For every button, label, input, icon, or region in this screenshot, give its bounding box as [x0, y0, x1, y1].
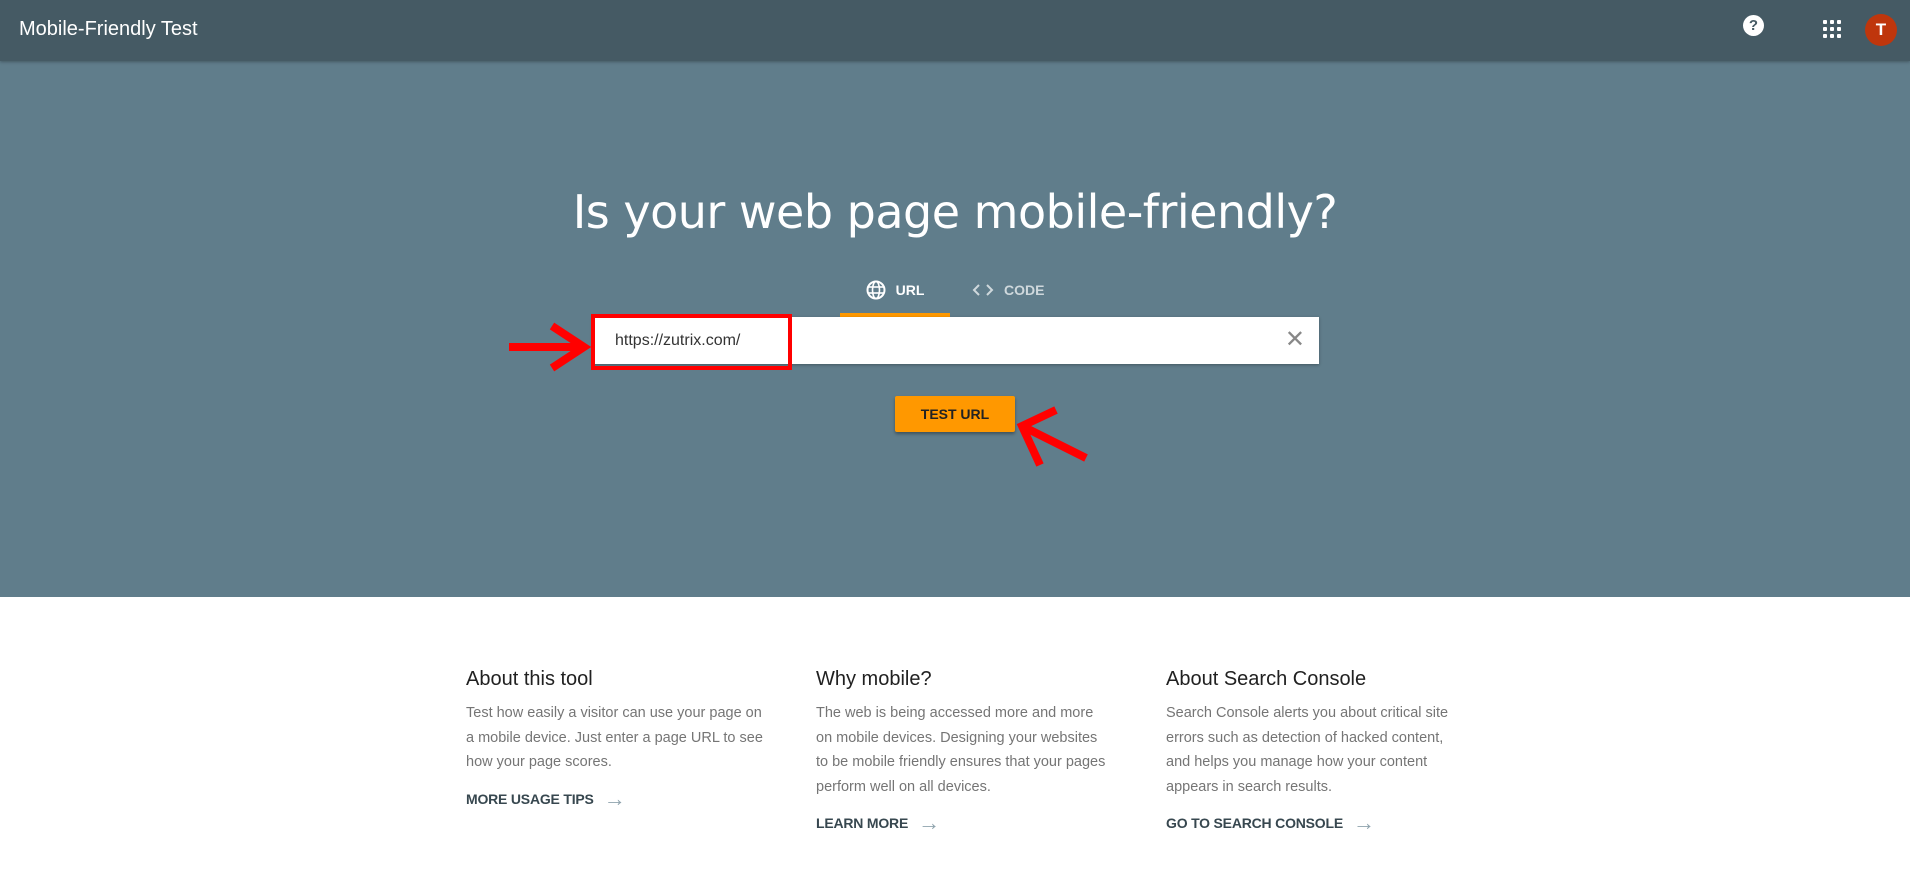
annotation-arrow-right-icon: [509, 322, 592, 372]
annotation-arrow-upleft-icon: [1016, 406, 1088, 467]
annotation-arrows: [509, 322, 1088, 467]
